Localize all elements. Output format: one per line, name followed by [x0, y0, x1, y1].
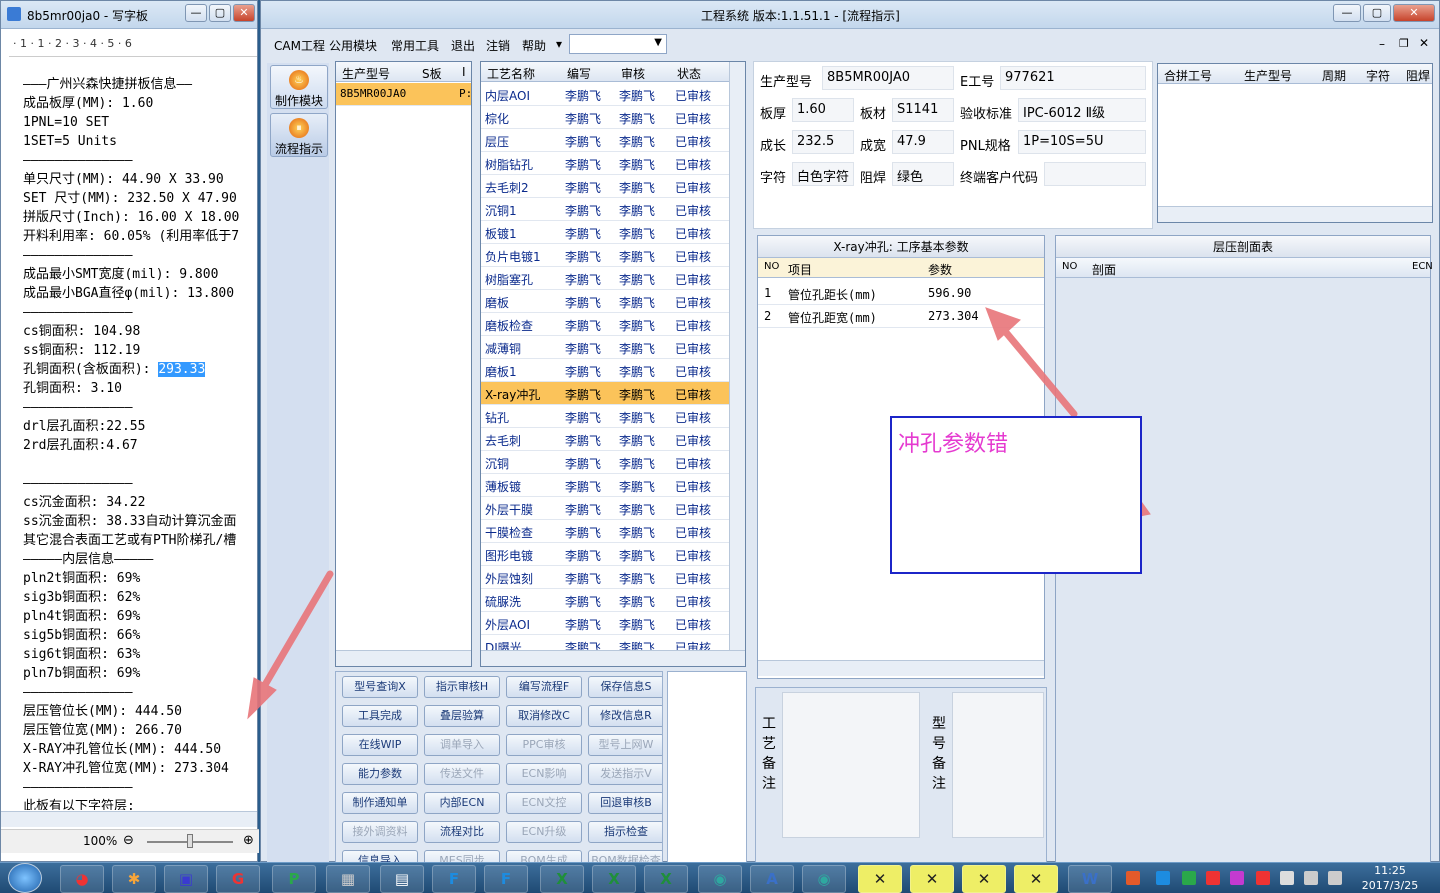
excel2-icon[interactable]: X — [592, 865, 636, 893]
start-button-icon[interactable] — [8, 863, 42, 893]
eye-icon[interactable]: ◉ — [698, 865, 742, 893]
tray-red-icon[interactable] — [1256, 871, 1270, 885]
annotation-arrows — [247, 307, 1151, 720]
x-app2-icon[interactable]: ✕ — [910, 865, 954, 893]
f-app-icon[interactable]: F — [432, 865, 476, 893]
p-app-icon[interactable]: P — [272, 865, 316, 893]
x-app3-icon[interactable]: ✕ — [962, 865, 1006, 893]
volume-icon[interactable] — [1328, 871, 1342, 885]
annotation-text: 冲孔参数错 — [898, 432, 1009, 457]
tray-flag-icon[interactable] — [1280, 871, 1294, 885]
sogou-icon[interactable] — [1126, 871, 1140, 885]
folder-icon[interactable]: ✱ — [112, 865, 156, 893]
network-icon[interactable] — [1304, 871, 1318, 885]
word-icon[interactable]: W — [1068, 865, 1112, 893]
annotation-box: 冲孔参数错 — [890, 416, 1142, 574]
eye2-icon[interactable]: ◉ — [802, 865, 846, 893]
tray-green-icon[interactable] — [1182, 871, 1196, 885]
chrome-icon[interactable]: ◕ — [60, 865, 104, 893]
taskbar: ◕ ✱ ▣ G P ▦ ▤ F F X X X ◉ A ◉ ✕ ✕ ✕ ✕ W … — [0, 862, 1440, 893]
arrow-right-head — [985, 307, 1021, 341]
tray-f-icon[interactable] — [1156, 871, 1170, 885]
arrow-left-head — [247, 677, 277, 720]
tray-x-icon[interactable] — [1230, 871, 1244, 885]
save-icon[interactable]: ▣ — [164, 865, 208, 893]
f-app2-icon[interactable]: F — [484, 865, 528, 893]
clock-date[interactable]: 2017/3/25 — [1358, 879, 1422, 892]
arrow-right — [1000, 326, 1078, 418]
wordpad-icon[interactable]: A — [750, 865, 794, 893]
g-app-icon[interactable]: G — [216, 865, 260, 893]
clock-time[interactable]: 11:25 — [1360, 864, 1420, 877]
tray-g-icon[interactable] — [1206, 871, 1220, 885]
document-icon[interactable]: ▤ — [380, 865, 424, 893]
excel3-icon[interactable]: X — [644, 865, 688, 893]
calculator-icon[interactable]: ▦ — [326, 865, 370, 893]
excel-icon[interactable]: X — [540, 865, 584, 893]
arrow-left — [258, 570, 334, 694]
x-app-icon[interactable]: ✕ — [858, 865, 902, 893]
x-app4-icon[interactable]: ✕ — [1014, 865, 1058, 893]
